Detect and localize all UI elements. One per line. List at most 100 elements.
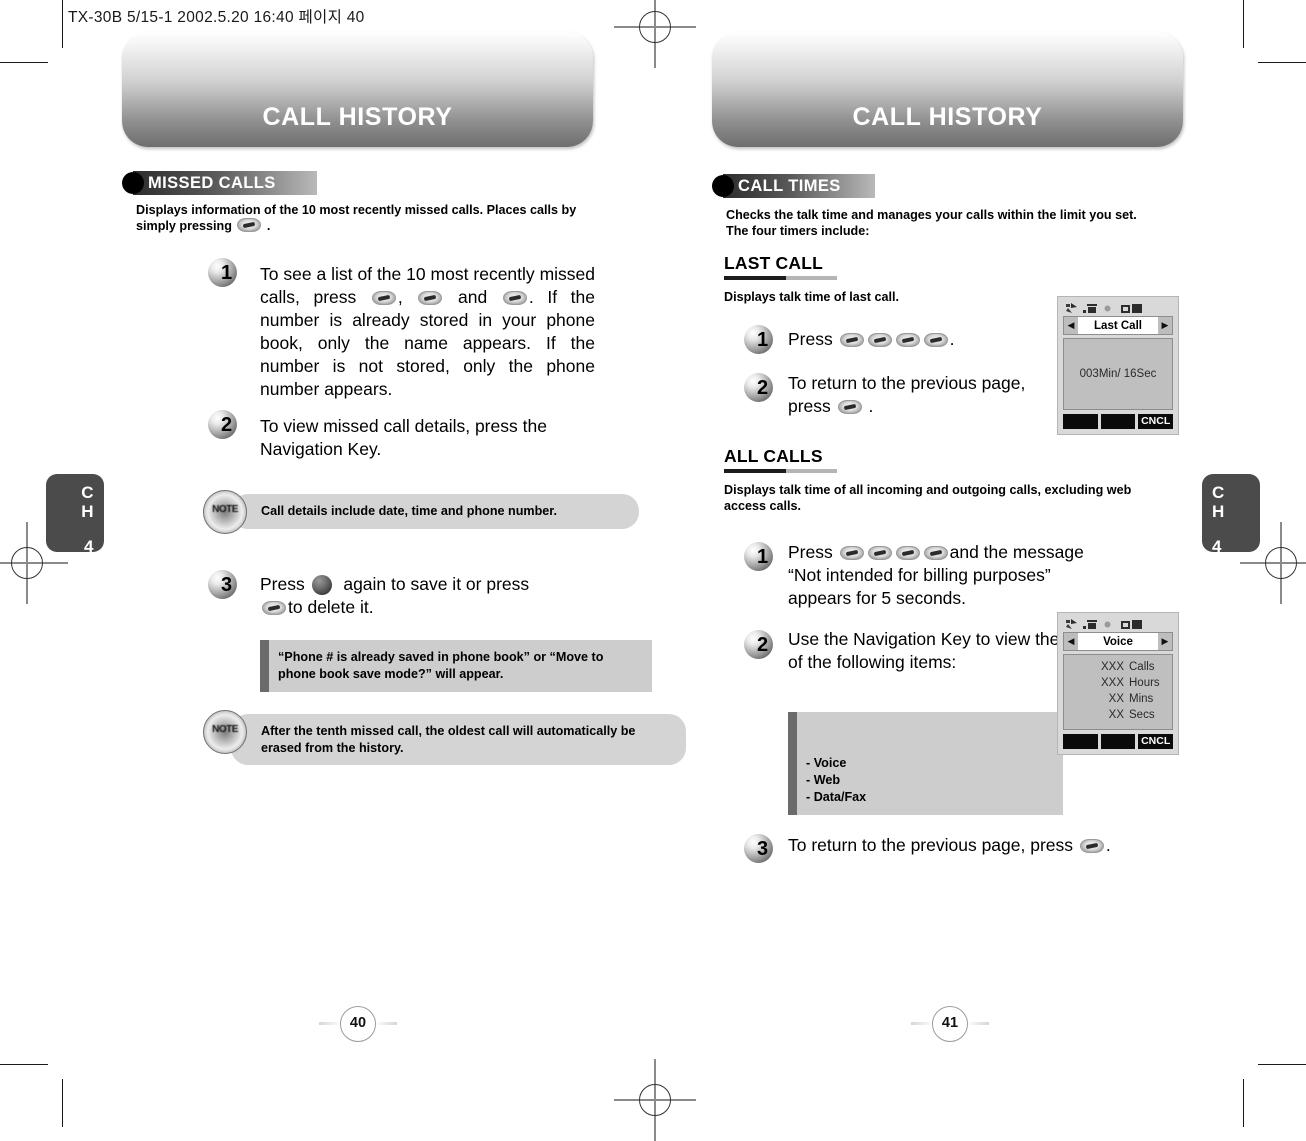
- page-number-wing-right: [377, 1022, 397, 1025]
- step-text-lc-2-b: .: [868, 396, 874, 416]
- left-arrow-icon[interactable]: ◀: [1064, 633, 1078, 650]
- phone-lcd-value: 003Min/ 16Sec: [1079, 368, 1157, 380]
- section-intro-text: Displays information of the 10 most rece…: [136, 203, 577, 234]
- phone-title: Last Call: [1094, 319, 1142, 332]
- step-number: 2: [757, 377, 769, 399]
- step-text-lc-1-a: Press: [788, 329, 833, 349]
- callout-text: “Phone # is already saved in phone book”…: [278, 650, 604, 681]
- page-number-left: 40: [319, 1006, 397, 1042]
- step-badge-lc-1: 1: [744, 325, 778, 356]
- roaming-icon: [1083, 620, 1097, 629]
- step-text-1: To see a list of the 10 most recently mi…: [260, 263, 595, 401]
- step-text-3: Press again to save it or press to delet…: [260, 573, 610, 619]
- crop-mark-bottom-left-h: [0, 1064, 48, 1065]
- banner-title-left: CALL HISTORY: [262, 103, 453, 131]
- softkey-left[interactable]: [1063, 414, 1098, 429]
- note-icon-label: NOTE: [212, 724, 238, 735]
- page-left: CALL HISTORY MISSED CALLS Displays infor…: [60, 0, 686, 1127]
- subheading-last-call: LAST CALL: [724, 253, 837, 280]
- battery-icon: [1121, 619, 1142, 629]
- left-arrow-icon[interactable]: ◀: [1064, 317, 1078, 334]
- step-text-lc-1: Press .: [788, 328, 1088, 351]
- end-key-icon: [502, 291, 527, 305]
- step-text-2-a: To view missed call details, press the N…: [260, 416, 547, 459]
- ok-key-icon: [923, 333, 948, 347]
- page-number-wing-left: [319, 1022, 339, 1025]
- step-text-ac-1-a: Press: [788, 542, 833, 562]
- note-1-text: Call details include date, time and phon…: [261, 504, 558, 518]
- softkey-right[interactable]: CNCL: [1138, 414, 1174, 429]
- lcd-row: XXX Hours: [1069, 675, 1167, 691]
- crop-mark-top-left-h: [0, 62, 48, 63]
- dot-icon: [1104, 305, 1111, 312]
- phone-screen-voice: ◀ Voice ▶ XXX Calls XXX Hours XX Mins XX…: [1057, 612, 1179, 755]
- note-icon: NOTE: [203, 490, 247, 534]
- softkey-right[interactable]: CNCL: [1138, 734, 1174, 749]
- menu-key-icon: [895, 333, 920, 347]
- subheading-last-call-label: LAST CALL: [724, 253, 824, 273]
- phone-lcd: 003Min/ 16Sec: [1063, 338, 1173, 410]
- number-2-key-icon: [923, 546, 948, 560]
- callout-timer-items: - Voice - Web - Data/Fax: [788, 712, 1063, 815]
- step-text-3-b: again to save it or press: [343, 574, 530, 594]
- menu-key-icon: [895, 546, 920, 560]
- page-number-wing-right: [969, 1022, 989, 1025]
- subheading-all-calls-label: ALL CALLS: [724, 446, 823, 466]
- step-text-1-c: and: [458, 287, 488, 307]
- page-right: CALL HISTORY CALL TIMES Checks the talk …: [650, 0, 1250, 1127]
- softkey-center[interactable]: [1100, 734, 1136, 749]
- crop-mark-top-right-h: [1258, 62, 1306, 63]
- lcd-row: XX Mins: [1069, 691, 1167, 707]
- subheading-rule: [724, 469, 837, 473]
- section-header-label: MISSED CALLS: [148, 174, 276, 192]
- step-number: 3: [757, 838, 769, 860]
- registration-mark-right: [1240, 522, 1306, 604]
- callout-phonebook-message: “Phone # is already saved in phone book”…: [260, 640, 652, 692]
- step-badge-ac-2: 2: [744, 630, 778, 661]
- send-key-icon: [237, 218, 262, 233]
- subheading-all-calls: ALL CALLS: [724, 446, 837, 473]
- note-icon-label: NOTE: [212, 504, 238, 515]
- softkey-left[interactable]: [1063, 734, 1098, 749]
- callout-left-bar: [260, 640, 269, 692]
- battery-icon: [1121, 303, 1142, 313]
- section-header-missed-calls: MISSED CALLS: [122, 171, 317, 195]
- phone-status-bar: [1063, 617, 1173, 632]
- bullet-dot-icon: [712, 175, 734, 197]
- section-intro-missed-calls: Displays information of the 10 most rece…: [136, 203, 577, 234]
- step-text-2: To view missed call details, press the N…: [260, 415, 560, 461]
- crop-mark-bottom-right-h: [1258, 1064, 1306, 1065]
- section-header-label: CALL TIMES: [738, 177, 841, 195]
- end-key-icon: [1079, 839, 1104, 853]
- navigation-key-icon: [311, 575, 332, 595]
- step-number: 2: [221, 414, 233, 436]
- signal-icon: [1066, 303, 1077, 313]
- bullet-dot-icon: [122, 172, 144, 194]
- right-arrow-icon[interactable]: ▶: [1158, 633, 1172, 650]
- lcd-row-unit: Calls: [1129, 661, 1155, 673]
- note-icon: NOTE: [203, 710, 247, 754]
- phone-titlebar: ◀ Voice ▶: [1063, 632, 1173, 651]
- step-text-3-a: Press: [260, 574, 305, 594]
- section-intro-call-times: Checks the talk time and manages your ca…: [726, 208, 1137, 239]
- send-key-icon: [839, 546, 864, 560]
- step-text-3-c: to delete it.: [288, 597, 374, 617]
- end-key-icon: [837, 400, 862, 414]
- end-key-icon: [262, 601, 286, 615]
- phone-status-bar: [1063, 301, 1173, 316]
- ok-key-icon: [418, 291, 443, 305]
- step-badge-ac-1: 1: [744, 542, 778, 573]
- softkey-center[interactable]: [1100, 414, 1136, 429]
- lcd-row: XXX Calls: [1069, 659, 1167, 675]
- subsection-intro-last-call: Displays talk time of last call.: [724, 290, 899, 304]
- step-text-ac-3-a: To return to the previous page, press: [788, 835, 1074, 855]
- phone-title: Voice: [1103, 635, 1133, 648]
- right-arrow-icon[interactable]: ▶: [1158, 317, 1172, 334]
- step-badge-2: 2: [208, 410, 242, 441]
- note-1-bubble: Call details include date, time and phon…: [231, 494, 639, 529]
- step-text-ac-1: Press and the message “Not intended for …: [788, 541, 1118, 610]
- page-number-left-value: 40: [349, 1015, 367, 1031]
- lcd-row-unit: Hours: [1129, 677, 1160, 689]
- banner-title-right: CALL HISTORY: [852, 103, 1043, 131]
- lcd-row: XX Secs: [1069, 707, 1167, 723]
